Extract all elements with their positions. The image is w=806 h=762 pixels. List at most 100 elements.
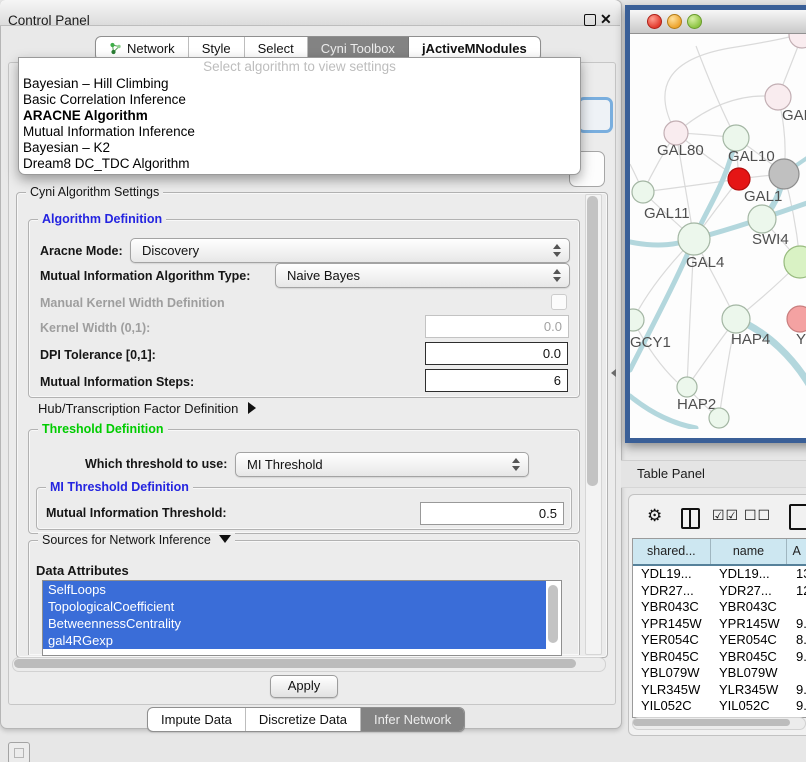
table-function-icon[interactable]	[789, 504, 806, 530]
mi-algorithm-type-combo[interactable]: Naive Bayes	[275, 263, 570, 288]
table-row[interactable]: YPR145WYPR145W9.	[633, 616, 806, 633]
tab-cyni-toolbox-label: Cyni Toolbox	[321, 40, 395, 57]
table-cell: YPR145W	[711, 616, 788, 633]
dropdown-item-dream8-dc-tdc-algorithm[interactable]: Dream8 DC_TDC Algorithm	[19, 156, 580, 172]
settings-scrollbar-thumb[interactable]	[587, 196, 598, 486]
tab-impute-data[interactable]: Impute Data	[148, 708, 246, 731]
settings-hscrollbar-thumb[interactable]	[14, 659, 576, 668]
node-label-swi4: SWI4	[752, 231, 789, 248]
network-node-gal4[interactable]	[678, 223, 710, 255]
table-row[interactable]: YDL19...YDL19...13	[633, 566, 806, 583]
hub-section-label: Hub/Transcription Factor Definition	[38, 401, 238, 416]
which-threshold-combo[interactable]: MI Threshold	[235, 452, 529, 477]
gear-icon[interactable]: ⚙	[647, 506, 662, 526]
dpi-tolerance-field[interactable]: 0.0	[425, 342, 568, 365]
table-row[interactable]: YIL052CYIL052C9.	[633, 698, 806, 715]
mi-steps-field[interactable]: 6	[425, 369, 568, 392]
dropdown-item-mutual-information-inference[interactable]: Mutual Information Inference	[19, 124, 580, 140]
network-node-y[interactable]	[787, 306, 806, 332]
table-row[interactable]: YER054CYER054C8.	[633, 632, 806, 649]
data-attributes-list[interactable]: SelfLoopsTopologicalCoefficientBetweenne…	[42, 580, 562, 656]
node-label-gal80: GAL80	[657, 142, 704, 159]
algorithm-selector-fragment[interactable]	[577, 97, 613, 133]
sources-group-title[interactable]: Sources for Network Inference	[38, 533, 235, 547]
network-node-hap2[interactable]	[677, 377, 697, 397]
table-cell	[788, 599, 806, 616]
column-browser-icon[interactable]	[681, 508, 700, 529]
manual-kernel-width-checkbox[interactable]	[551, 294, 567, 310]
table-cell: YDR27...	[633, 583, 711, 600]
network-window-titlebar[interactable]	[630, 10, 806, 34]
network-node-gal1[interactable]	[728, 168, 750, 190]
minimized-panel-icon[interactable]	[8, 742, 30, 762]
mutual-information-threshold-field[interactable]: 0.5	[420, 502, 564, 525]
table-cell: YDR27...	[711, 583, 788, 600]
tab-infer-network[interactable]: Infer Network	[361, 708, 464, 731]
tab-style-label: Style	[202, 40, 231, 57]
kernel-width-field[interactable]: 0.0	[425, 315, 569, 338]
network-node-gcy1[interactable]	[630, 309, 644, 331]
dropdown-item-basic-correlation-inference[interactable]: Basic Correlation Inference	[19, 92, 580, 108]
network-node[interactable]	[709, 408, 729, 428]
network-node[interactable]	[789, 34, 806, 48]
aracne-mode-combo[interactable]: Discovery	[130, 238, 570, 263]
table-cell: 8.	[788, 632, 806, 649]
table-panel-title: Table Panel	[637, 466, 705, 481]
table-cell: YBR043C	[633, 599, 711, 616]
node-label-gal11: GAL11	[644, 205, 690, 222]
node-label-gal: GAL	[782, 107, 806, 124]
table-row[interactable]: YLR345WYLR345W9.	[633, 682, 806, 699]
attribute-item-topologicalcoefficient[interactable]: TopologicalCoefficient	[43, 598, 546, 615]
network-node-swi4[interactable]	[748, 205, 776, 233]
float-window-icon[interactable]	[584, 14, 596, 26]
select-all-icon[interactable]: ☑☑	[712, 507, 739, 524]
control-panel-titlebar[interactable]	[0, 0, 620, 26]
collapse-down-icon	[219, 535, 231, 543]
apply-button[interactable]: Apply	[270, 675, 338, 698]
stepper-arrows-icon	[512, 458, 521, 471]
column-header-a[interactable]: A	[787, 539, 806, 564]
dropdown-item-bayesian-k2[interactable]: Bayesian – K2	[19, 140, 580, 156]
column-header-name[interactable]: name	[711, 539, 788, 564]
table-row[interactable]: YBR043CYBR043C	[633, 599, 806, 616]
dropdown-item-aracne-algorithm[interactable]: ARACNE Algorithm	[19, 108, 580, 124]
close-icon[interactable]: ✕	[600, 11, 612, 28]
network-canvas[interactable]: GALGAL80GAL10GAL1GAL11SWI4GAL4GCY1HAP4YH…	[630, 34, 806, 438]
attribute-item-selfloops[interactable]: SelfLoops	[43, 581, 546, 598]
hub-section-header[interactable]: Hub/Transcription Factor Definition	[38, 401, 256, 416]
table-row[interactable]: YBR045CYBR045C9.	[633, 649, 806, 666]
dropdown-item-bayesian-hill-climbing[interactable]: Bayesian – Hill Climbing	[19, 76, 580, 92]
network-node[interactable]	[769, 159, 799, 189]
table-cell	[788, 665, 806, 682]
mi-algorithm-type-label: Mutual Information Algorithm Type:	[40, 269, 250, 283]
network-graph: GALGAL80GAL10GAL1GAL11SWI4GAL4GCY1HAP4YH…	[630, 34, 806, 429]
node-label-gal4: GAL4	[686, 254, 724, 271]
splitpane-collapse-icon[interactable]	[611, 369, 616, 377]
tab-discretize-data[interactable]: Discretize Data	[246, 708, 361, 731]
tab-impute-data-label: Impute Data	[161, 711, 232, 728]
table-row[interactable]: YDR27...YDR27...12	[633, 583, 806, 600]
attribute-item-betweennesscentrality[interactable]: BetweennessCentrality	[43, 615, 546, 632]
table-cell: 9.	[788, 649, 806, 666]
table-hscrollbar-thumb[interactable]	[633, 719, 790, 726]
zoom-traffic-icon[interactable]	[687, 14, 702, 29]
table-cell: 9.	[788, 616, 806, 633]
table-cell: YBR045C	[633, 649, 711, 666]
desktop: Control Panel ✕ NetworkStyleSelectCyni T…	[0, 0, 806, 762]
which-threshold-value: MI Threshold	[236, 457, 512, 472]
aracne-mode-value: Discovery	[131, 243, 553, 258]
deselect-all-icon[interactable]: ☐☐	[744, 507, 771, 524]
table-body: YDL19...YDL19...13YDR27...YDR27...12YBR0…	[633, 566, 806, 715]
kernel-width-label: Kernel Width (0,1):	[40, 321, 150, 335]
attribute-item-gal4rgexp[interactable]: gal4RGexp	[43, 632, 546, 649]
network-node-gal11[interactable]	[632, 181, 654, 203]
minimize-traffic-icon[interactable]	[667, 14, 682, 29]
table-row[interactable]: YBL079WYBL079W	[633, 665, 806, 682]
list-scrollbar-thumb[interactable]	[548, 585, 558, 643]
table-cell: 9.	[788, 698, 806, 715]
column-header-shared[interactable]: shared...	[633, 539, 711, 564]
close-traffic-icon[interactable]	[647, 14, 662, 29]
network-node[interactable]	[784, 246, 806, 278]
table-cell: YLR345W	[711, 682, 788, 699]
network-node-hap4[interactable]	[722, 305, 750, 333]
